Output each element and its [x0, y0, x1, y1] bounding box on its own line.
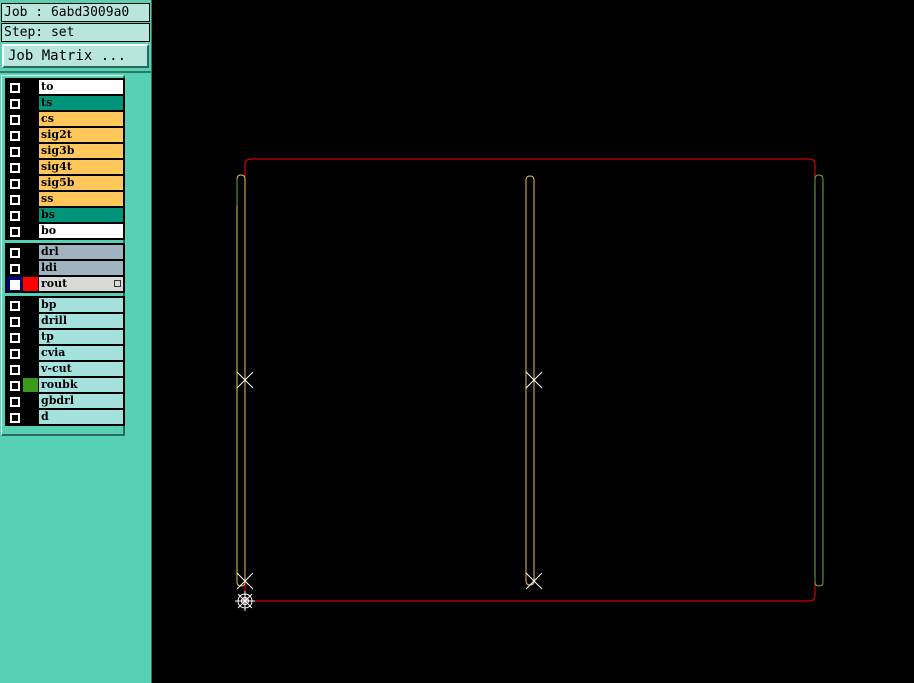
layer-color-swatch[interactable] — [23, 160, 38, 174]
layer-name[interactable]: d — [39, 410, 123, 424]
sidebar-divider — [0, 71, 152, 73]
layer-name[interactable]: bs — [39, 208, 123, 222]
layer-row-v-cut[interactable]: v-cut — [6, 361, 124, 377]
layer-checkbox[interactable] — [7, 410, 22, 424]
layer-name[interactable]: sig2t — [39, 128, 123, 142]
layer-checkbox[interactable] — [7, 245, 22, 259]
layer-checkbox[interactable] — [7, 160, 22, 174]
layer-color-swatch[interactable] — [23, 192, 38, 206]
layer-name[interactable]: ldi — [39, 261, 123, 275]
layer-row-drill[interactable]: drill — [6, 313, 124, 329]
layer-name[interactable]: drill — [39, 314, 123, 328]
layer-row-d[interactable]: d — [6, 409, 124, 425]
layer-row-bp[interactable]: bp — [6, 297, 124, 313]
layer-name[interactable]: ss — [39, 192, 123, 206]
layer-checkbox[interactable] — [7, 277, 22, 291]
layer-checkbox[interactable] — [7, 96, 22, 110]
datum-origin-icon — [235, 591, 255, 611]
layer-name[interactable]: ts — [39, 96, 123, 110]
layer-row-cvia[interactable]: cvia — [6, 345, 124, 361]
layer-checkbox[interactable] — [7, 362, 22, 376]
layer-row-sig5b[interactable]: sig5b — [6, 175, 124, 191]
layer-row-sig4t[interactable]: sig4t — [6, 159, 124, 175]
layer-checkbox[interactable] — [7, 176, 22, 190]
layer-color-swatch[interactable] — [23, 144, 38, 158]
layer-color-swatch[interactable] — [23, 330, 38, 344]
layer-row-ts[interactable]: ts — [6, 95, 124, 111]
misc-layer-group: bp drill tp cvia v-cut roubk gbdrl d — [5, 296, 125, 426]
layer-row-roubk[interactable]: roubk — [6, 377, 124, 393]
layer-row-ldi[interactable]: ldi — [6, 260, 124, 276]
layer-color-swatch[interactable] — [23, 298, 38, 312]
layer-color-swatch[interactable] — [23, 261, 38, 275]
layer-checkbox[interactable] — [7, 208, 22, 222]
layer-color-swatch[interactable] — [23, 176, 38, 190]
layer-list-panel: to ts cs sig2t sig3b sig4t sig5b ss bs bo drl ldi r… — [1, 75, 125, 436]
layer-checkbox[interactable] — [7, 330, 22, 344]
job-matrix-button[interactable]: Job Matrix ... — [2, 44, 149, 68]
layer-color-swatch[interactable] — [23, 224, 38, 238]
layer-checkbox[interactable] — [7, 128, 22, 142]
job-label: Job : 6abd3009a0 — [1, 3, 150, 22]
layer-color-swatch[interactable] — [23, 362, 38, 376]
layer-row-cs[interactable]: cs — [6, 111, 124, 127]
layer-sidebar: Job : 6abd3009a0 Step: set Job Matrix ..… — [0, 0, 152, 683]
layer-row-bo[interactable]: bo — [6, 223, 124, 239]
layer-checkbox[interactable] — [7, 80, 22, 94]
layer-color-swatch[interactable] — [23, 394, 38, 408]
layer-row-tp[interactable]: tp — [6, 329, 124, 345]
layer-checkbox[interactable] — [7, 314, 22, 328]
layer-checkbox[interactable] — [7, 144, 22, 158]
layer-name[interactable]: bp — [39, 298, 123, 312]
layer-name[interactable]: roubk — [39, 378, 123, 392]
layer-checkbox[interactable] — [7, 224, 22, 238]
layer-row-sig2t[interactable]: sig2t — [6, 127, 124, 143]
layer-checkbox[interactable] — [7, 346, 22, 360]
layer-row-rout[interactable]: rout — [6, 276, 124, 292]
layer-checkbox[interactable] — [7, 378, 22, 392]
layer-checkbox[interactable] — [7, 112, 22, 126]
layer-checkbox[interactable] — [7, 298, 22, 312]
layer-color-swatch[interactable] — [23, 314, 38, 328]
layer-name[interactable]: sig4t — [39, 160, 123, 174]
layer-color-swatch[interactable] — [23, 277, 38, 291]
layer-row-sig3b[interactable]: sig3b — [6, 143, 124, 159]
layer-name[interactable]: sig5b — [39, 176, 123, 190]
layer-row-ss[interactable]: ss — [6, 191, 124, 207]
layer-color-swatch[interactable] — [23, 112, 38, 126]
layer-checkbox[interactable] — [7, 261, 22, 275]
layer-color-swatch[interactable] — [23, 410, 38, 424]
layer-name[interactable]: cs — [39, 112, 123, 126]
layer-checkbox[interactable] — [7, 192, 22, 206]
layer-name[interactable]: rout — [39, 277, 123, 291]
layer-color-swatch[interactable] — [23, 208, 38, 222]
layer-name[interactable]: cvia — [39, 346, 123, 360]
layer-name[interactable]: sig3b — [39, 144, 123, 158]
layer-color-swatch[interactable] — [23, 128, 38, 142]
layer-row-to[interactable]: to — [6, 79, 124, 95]
graphics-canvas[interactable] — [153, 0, 914, 683]
layer-name[interactable]: drl — [39, 245, 123, 259]
board-layer-group: to ts cs sig2t sig3b sig4t sig5b ss bs bo — [5, 78, 125, 240]
layer-name[interactable]: tp — [39, 330, 123, 344]
active-layer-marker-icon — [114, 280, 121, 287]
layer-row-gbdrl[interactable]: gbdrl — [6, 393, 124, 409]
layer-color-swatch[interactable] — [23, 378, 38, 392]
layer-row-bs[interactable]: bs — [6, 207, 124, 223]
layer-name[interactable]: v-cut — [39, 362, 123, 376]
layer-name[interactable]: gbdrl — [39, 394, 123, 408]
layer-color-swatch[interactable] — [23, 80, 38, 94]
layer-name[interactable]: to — [39, 80, 123, 94]
layer-color-swatch[interactable] — [23, 96, 38, 110]
layer-checkbox[interactable] — [7, 394, 22, 408]
layer-name[interactable]: bo — [39, 224, 123, 238]
layer-color-swatch[interactable] — [23, 346, 38, 360]
layer-row-drl[interactable]: drl — [6, 244, 124, 260]
step-label: Step: set — [1, 23, 150, 42]
drill-layer-group: drl ldi rout — [5, 243, 125, 293]
layer-color-swatch[interactable] — [23, 245, 38, 259]
